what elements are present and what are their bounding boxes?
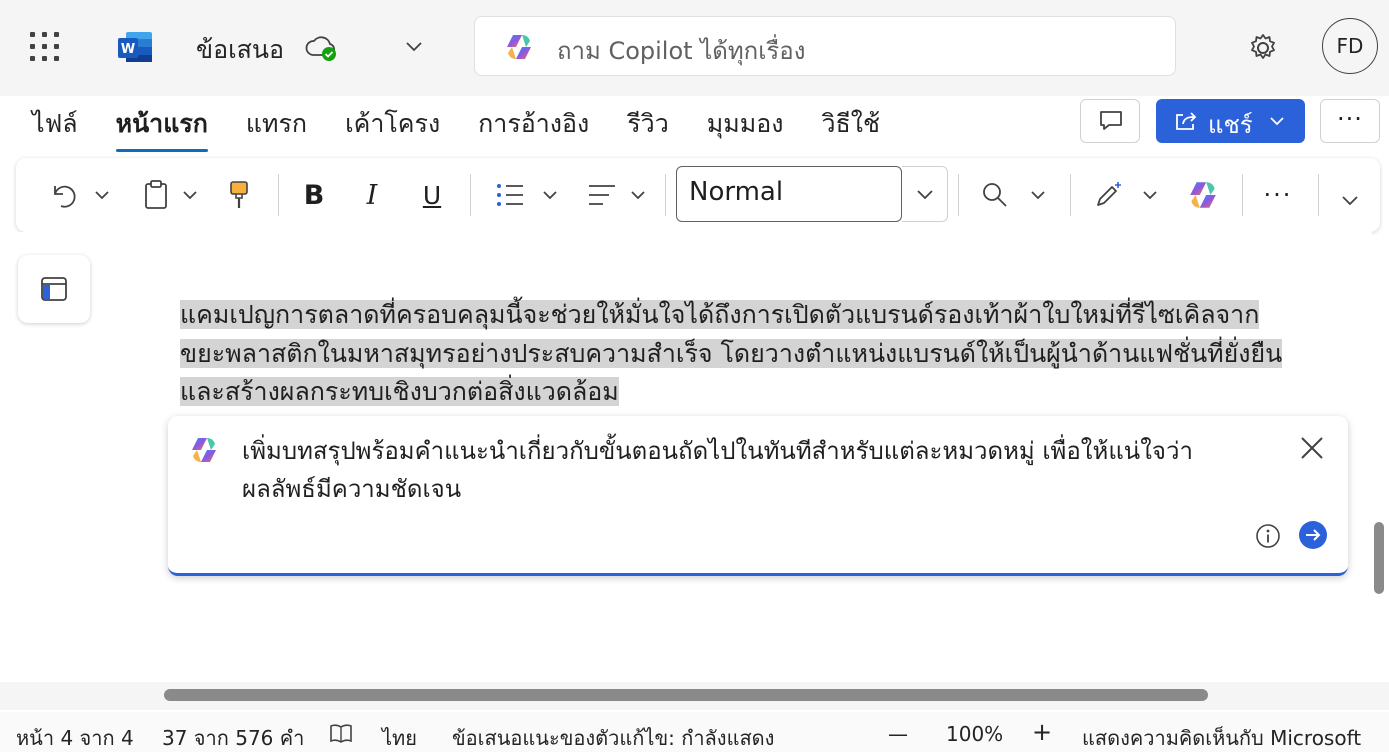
undo-icon [54, 185, 76, 208]
feedback-link[interactable]: แสดงความคิดเห็นกับ Microsoft [1082, 722, 1361, 754]
chevron-down-icon [631, 191, 645, 200]
chevron-down-icon [1342, 196, 1358, 206]
underline-button[interactable]: U [416, 158, 448, 232]
paragraph-line: และสร้างผลกระทบเชิงบวกต่อสิ่งแวดล้อม [180, 377, 619, 406]
ribbon-separator [278, 174, 279, 216]
close-icon[interactable] [1298, 434, 1326, 462]
ribbon-separator [470, 174, 471, 216]
paste-button[interactable] [140, 158, 172, 232]
paragraph-line: แคมเปญการตลาดที่ครอบคลุมนี้จะช่วยให้มั่น… [180, 300, 1260, 329]
tab-file[interactable]: ไฟล์ [32, 104, 78, 144]
share-button[interactable]: แชร์ [1156, 99, 1305, 143]
style-dropdown[interactable] [902, 166, 948, 222]
prompt-line: ผลลัพธ์มีความชัดเจน [242, 475, 462, 503]
find-button[interactable] [978, 158, 1012, 232]
copilot-prompt-input[interactable]: เพิ่มบทสรุปพร้อมคำแนะนำเกี่ยวกับขั้นตอนถ… [242, 432, 1282, 508]
navigation-pane-button[interactable] [18, 255, 90, 323]
clipboard-icon [145, 180, 167, 209]
ribbon-toolbar: B I U Normal ··· [16, 158, 1380, 232]
copilot-icon [1190, 182, 1216, 208]
chevron-down-icon [183, 191, 197, 200]
word-count[interactable]: 37 จาก 576 คำ [162, 722, 304, 754]
format-painter-button[interactable] [224, 158, 254, 232]
document-title[interactable]: ข้อเสนอ [196, 30, 284, 70]
tab-help[interactable]: วิธีใช้ [821, 104, 879, 144]
more-options-button[interactable]: ··· [1320, 99, 1380, 143]
ribbon-separator [665, 174, 666, 216]
share-icon [1176, 112, 1197, 130]
style-picker[interactable]: Normal [676, 166, 902, 222]
chevron-down-icon [95, 191, 109, 200]
zoom-level[interactable]: 100% [946, 722, 1003, 746]
ribbon-separator [958, 174, 959, 216]
copilot-prompt-panel: เพิ่มบทสรุปพร้อมคำแนะนำเกี่ยวกับขั้นตอนถ… [168, 416, 1348, 576]
proofing-book-icon[interactable] [328, 722, 354, 746]
ribbon-separator [1242, 174, 1243, 216]
align-left-icon [589, 185, 615, 205]
comment-icon [1100, 111, 1122, 130]
copilot-icon [507, 35, 531, 59]
copilot-icon [192, 438, 216, 462]
page-count[interactable]: หน้า 4 จาก 4 [16, 722, 134, 754]
bullets-button[interactable] [492, 158, 528, 232]
align-dropdown[interactable] [626, 158, 650, 232]
paste-dropdown[interactable] [178, 158, 202, 232]
tab-references[interactable]: การอ้างอิง [478, 104, 589, 144]
chevron-down-icon [1031, 191, 1045, 200]
panel-layout-icon [41, 277, 67, 301]
tab-review[interactable]: รีวิว [627, 104, 669, 144]
title-chevron-down-icon[interactable] [404, 38, 424, 54]
bullets-dropdown[interactable] [538, 158, 562, 232]
editor-suggestions-status[interactable]: ข้อเสนอแนะของตัวแก้ไข: กำลังแสดง [452, 722, 774, 754]
copilot-search-box[interactable]: ถาม Copilot ได้ทุกเรื่อง [474, 16, 1176, 76]
zoom-in-button[interactable]: + [1032, 718, 1052, 746]
italic-button[interactable]: I [356, 158, 388, 232]
editor-button[interactable] [1090, 158, 1126, 232]
user-avatar[interactable]: FD [1322, 18, 1378, 74]
share-label: แชร์ [1208, 111, 1253, 139]
share-chevron-down-icon [1270, 117, 1284, 126]
ribbon-more-button[interactable]: ··· [1256, 158, 1300, 232]
copilot-ribbon-button[interactable] [1184, 158, 1222, 232]
find-dropdown[interactable] [1026, 158, 1050, 232]
chevron-down-icon [1143, 191, 1157, 200]
zoom-out-button[interactable]: — [888, 722, 908, 746]
status-bar: หน้า 4 จาก 4 37 จาก 576 คำ ไทย ข้อเสนอแน… [0, 712, 1389, 752]
ribbon-separator [1318, 174, 1319, 216]
search-placeholder: ถาม Copilot ได้ทุกเรื่อง [557, 37, 806, 65]
settings-gear-icon[interactable] [1245, 30, 1281, 66]
language-indicator[interactable]: ไทย [382, 722, 417, 754]
search-icon [983, 183, 1007, 207]
info-icon[interactable] [1254, 522, 1282, 550]
chevron-down-icon [917, 190, 933, 200]
format-painter-icon [230, 181, 248, 208]
horizontal-scrollbar[interactable] [164, 689, 1208, 701]
app-launcher-icon[interactable] [30, 32, 60, 62]
paragraph-line: ขยะพลาสติกในมหาสมุทรอย่างประสบความสำเร็จ… [180, 338, 1283, 368]
bold-button[interactable]: B [298, 158, 330, 232]
comments-button[interactable] [1080, 99, 1140, 143]
undo-button[interactable] [44, 158, 80, 232]
tab-insert[interactable]: แทรก [246, 104, 307, 144]
bullet-list-icon [497, 184, 523, 206]
pen-sparkle-icon [1097, 182, 1121, 206]
svg-text:W: W [121, 42, 135, 57]
tab-home[interactable]: หน้าแรก [115, 104, 209, 152]
selected-paragraph[interactable]: แคมเปญการตลาดที่ครอบคลุมนี้จะช่วยให้มั่น… [180, 296, 1320, 412]
send-arrow-icon[interactable] [1298, 520, 1328, 550]
ribbon-tabs: ไฟล์ หน้าแรก แทรก เค้าโครง การอ้างอิง รี… [32, 104, 918, 152]
prompt-line: เพิ่มบทสรุปพร้อมคำแนะนำเกี่ยวกับขั้นตอนถ… [242, 437, 1193, 465]
editor-dropdown[interactable] [1138, 158, 1162, 232]
vertical-scrollbar[interactable] [1374, 522, 1384, 594]
tab-view[interactable]: มุมมอง [707, 104, 784, 144]
word-logo-icon[interactable]: W [116, 30, 154, 64]
align-button[interactable] [584, 158, 620, 232]
undo-dropdown[interactable] [90, 158, 114, 232]
chevron-down-icon [543, 191, 557, 200]
style-value: Normal [689, 177, 784, 207]
tab-layout[interactable]: เค้าโครง [345, 104, 440, 144]
saved-cloud-icon [305, 36, 336, 61]
ribbon-separator [1070, 174, 1071, 216]
ribbon-expand-button[interactable] [1334, 164, 1366, 238]
